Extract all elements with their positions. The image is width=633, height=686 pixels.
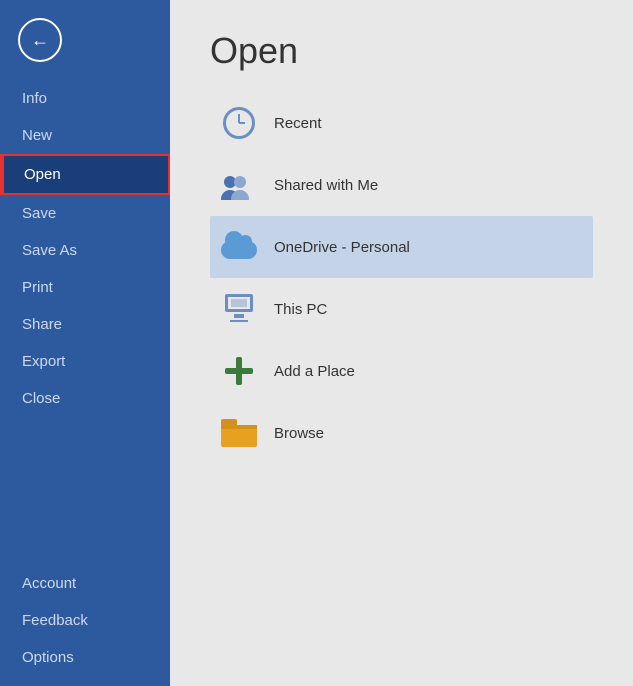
sidebar-item-account[interactable]: Account xyxy=(0,565,170,602)
sidebar-nav: Info New Open Save Save As Print Share E… xyxy=(0,80,170,417)
sidebar-item-feedback[interactable]: Feedback xyxy=(0,602,170,639)
location-browse[interactable]: Browse xyxy=(210,402,593,464)
sidebar-item-info[interactable]: Info xyxy=(0,80,170,117)
addplace-icon xyxy=(220,352,258,390)
onedrive-icon xyxy=(220,228,258,266)
sidebar-item-close[interactable]: Close xyxy=(0,380,170,417)
location-thispc[interactable]: This PC xyxy=(210,278,593,340)
pc-icon xyxy=(220,290,258,328)
sidebar-item-save[interactable]: Save xyxy=(0,195,170,232)
location-shared[interactable]: Shared with Me xyxy=(210,154,593,216)
location-shared-label: Shared with Me xyxy=(274,177,378,194)
people-icon xyxy=(220,166,258,204)
sidebar-item-open[interactable]: Open xyxy=(0,154,170,195)
sidebar-item-export[interactable]: Export xyxy=(0,343,170,380)
location-recent[interactable]: Recent xyxy=(210,92,593,154)
location-browse-label: Browse xyxy=(274,425,324,442)
open-locations-list: Recent Shared with Me xyxy=(210,92,593,464)
clock-icon xyxy=(220,104,258,142)
back-button[interactable]: ← xyxy=(18,18,62,62)
folder-icon xyxy=(220,414,258,452)
location-onedrive-label: OneDrive - Personal xyxy=(274,239,410,256)
sidebar-item-print[interactable]: Print xyxy=(0,269,170,306)
location-addplace[interactable]: Add a Place xyxy=(210,340,593,402)
page-title: Open xyxy=(210,30,593,72)
sidebar: ← Info New Open Save Save As Print Share… xyxy=(0,0,170,686)
location-addplace-label: Add a Place xyxy=(274,363,355,380)
sidebar-item-share[interactable]: Share xyxy=(0,306,170,343)
main-content: Open Recent xyxy=(170,0,633,686)
location-thispc-label: This PC xyxy=(274,301,327,318)
sidebar-item-new[interactable]: New xyxy=(0,117,170,154)
location-recent-label: Recent xyxy=(274,115,322,132)
sidebar-item-options[interactable]: Options xyxy=(0,639,170,676)
location-onedrive[interactable]: OneDrive - Personal xyxy=(210,216,593,278)
sidebar-bottom: Account Feedback Options xyxy=(0,565,170,686)
sidebar-item-save-as[interactable]: Save As xyxy=(0,232,170,269)
